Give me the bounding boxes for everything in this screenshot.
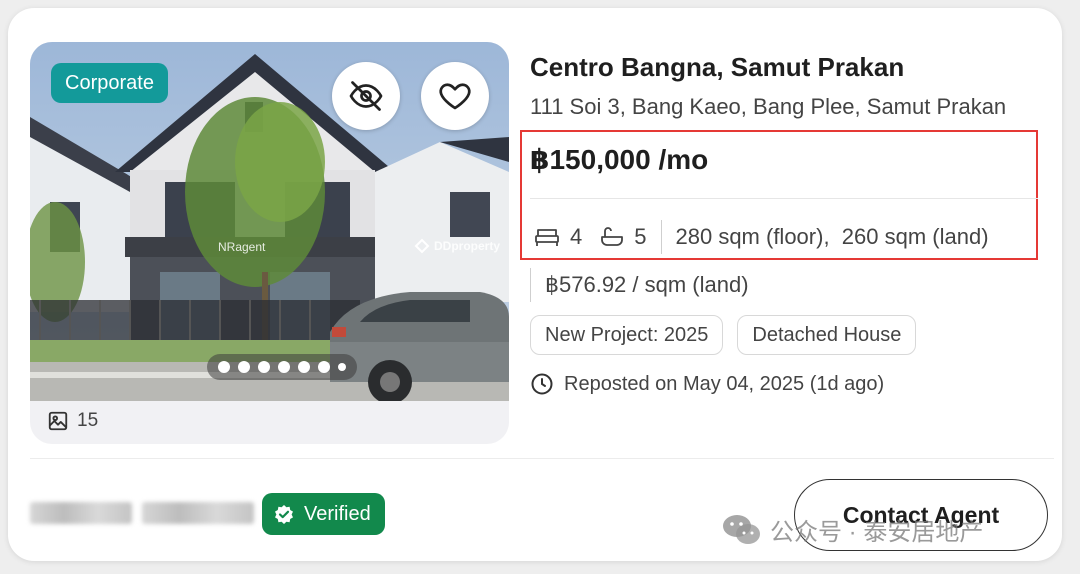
- listing-tags: New Project: 2025 Detached House: [530, 315, 917, 355]
- bathrooms-value: 5: [634, 224, 647, 249]
- tag-property-type: Detached House: [737, 315, 917, 355]
- price-per-sqm-row: ฿576.92 / sqm (land): [530, 268, 749, 302]
- carousel-dot[interactable]: [318, 361, 330, 373]
- heart-icon: [439, 83, 471, 110]
- wechat-icon: [723, 514, 760, 544]
- feature-separator: [660, 220, 662, 254]
- feature-separator: [530, 268, 531, 302]
- verified-badge: Verified: [262, 493, 385, 535]
- carousel-dot[interactable]: [338, 363, 346, 371]
- listing-features: 4 5 280 sqm (floor), 260 sqm (land): [534, 220, 989, 254]
- price-per-sqm: ฿576.92 / sqm (land): [545, 272, 749, 297]
- shield-check-icon: [275, 505, 293, 524]
- photo-watermark-agent: NRagent: [218, 240, 266, 254]
- blurred-agent-name: [30, 502, 132, 524]
- bed-icon: [535, 229, 559, 246]
- bath-icon: [601, 227, 624, 246]
- reposted-text: Reposted on May 04, 2025 (1d ago): [564, 372, 885, 395]
- verified-label: Verified: [304, 502, 371, 525]
- carousel-dot[interactable]: [278, 361, 290, 373]
- hide-listing-button[interactable]: [332, 62, 400, 130]
- photo-gallery[interactable]: Corporate NRagent DDproperty 15: [30, 42, 509, 444]
- carousel-dot[interactable]: [238, 361, 250, 373]
- listing-card[interactable]: Corporate NRagent DDproperty 15 Centro B…: [8, 8, 1062, 561]
- wechat-watermark-text: 公众号 · 泰安居地产: [770, 519, 984, 546]
- corporate-badge: Corporate: [51, 63, 168, 103]
- carousel-indicator[interactable]: [207, 354, 357, 380]
- image-icon: [48, 411, 68, 431]
- reposted-info: Reposted on May 04, 2025 (1d ago): [530, 372, 884, 396]
- listing-title[interactable]: Centro Bangna, Samut Prakan: [530, 52, 904, 83]
- favorite-button[interactable]: [421, 62, 489, 130]
- listing-price: ฿150,000 /mo: [530, 144, 709, 175]
- clock-icon: [531, 373, 553, 395]
- photo-count[interactable]: 15: [47, 410, 98, 432]
- photo-count-value: 15: [77, 410, 99, 431]
- wechat-watermark: 公众号 · 泰安居地产: [722, 512, 983, 547]
- ddproperty-logo-icon: [414, 238, 430, 254]
- carousel-dot[interactable]: [298, 361, 310, 373]
- carousel-dot[interactable]: [218, 361, 230, 373]
- photo-watermark-brand: DDproperty: [414, 238, 500, 254]
- bedrooms-value: 4: [570, 224, 583, 249]
- area-value: 280 sqm (floor), 260 sqm (land): [675, 224, 989, 249]
- price-divider: [530, 198, 1038, 199]
- card-divider: [30, 458, 1054, 459]
- bathrooms: 5: [600, 224, 647, 250]
- blurred-agency-name: [142, 502, 254, 524]
- tag-project: New Project: 2025: [530, 315, 724, 355]
- bedrooms: 4: [534, 224, 582, 250]
- listing-address: 111 Soi 3, Bang Kaeo, Bang Plee, Samut P…: [530, 94, 1007, 119]
- carousel-dot[interactable]: [258, 361, 270, 373]
- photo-watermark-brand-text: DDproperty: [434, 239, 501, 253]
- eye-off-icon: [349, 81, 383, 111]
